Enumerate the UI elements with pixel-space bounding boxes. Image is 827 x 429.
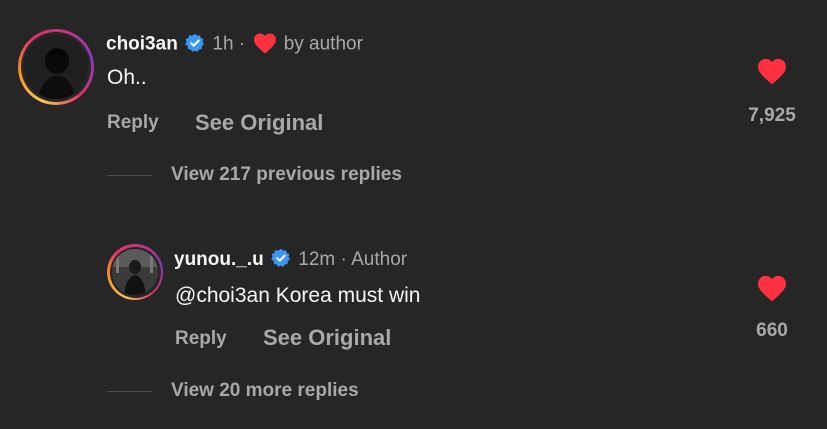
like-count: 660 bbox=[756, 320, 788, 341]
reply-username[interactable]: yunou._.u bbox=[174, 249, 264, 270]
divider bbox=[107, 391, 152, 392]
profile-photo bbox=[24, 35, 88, 99]
comment-username[interactable]: choi3an bbox=[106, 34, 178, 55]
reply-text: @choi3an Korea must win bbox=[175, 283, 420, 309]
comment-header: choi3an 1h · by author bbox=[106, 33, 363, 55]
reply-body: Korea must win bbox=[269, 284, 421, 307]
like-heart-icon[interactable] bbox=[756, 57, 788, 85]
comment-text: Oh.. bbox=[107, 66, 147, 89]
reply-profile-photo bbox=[112, 249, 158, 295]
like-count: 7,925 bbox=[748, 105, 796, 126]
see-original-button[interactable]: See Original bbox=[263, 325, 391, 351]
verified-badge-icon bbox=[185, 33, 205, 52]
verified-badge-icon bbox=[271, 249, 290, 268]
reply-header: yunou._.u 12m · Author bbox=[174, 249, 408, 270]
reply-avatar[interactable] bbox=[107, 244, 163, 300]
like-heart-icon[interactable] bbox=[756, 274, 788, 302]
see-original-button[interactable]: See Original bbox=[195, 110, 323, 136]
divider bbox=[107, 175, 152, 176]
reply-button[interactable]: Reply bbox=[107, 112, 159, 134]
reply-button[interactable]: Reply bbox=[175, 328, 227, 350]
mention-link[interactable]: @choi3an bbox=[175, 284, 270, 307]
comment-time: 1h bbox=[212, 33, 234, 55]
view-more-replies-button[interactable]: View 20 more replies bbox=[171, 380, 359, 402]
author-badge: Author bbox=[351, 249, 408, 270]
avatar[interactable] bbox=[18, 29, 94, 105]
liked-by-author: by author bbox=[283, 33, 363, 55]
heart-icon bbox=[254, 33, 277, 54]
reply-time: 12m bbox=[298, 249, 336, 270]
view-previous-replies-button[interactable]: View 217 previous replies bbox=[171, 164, 402, 186]
